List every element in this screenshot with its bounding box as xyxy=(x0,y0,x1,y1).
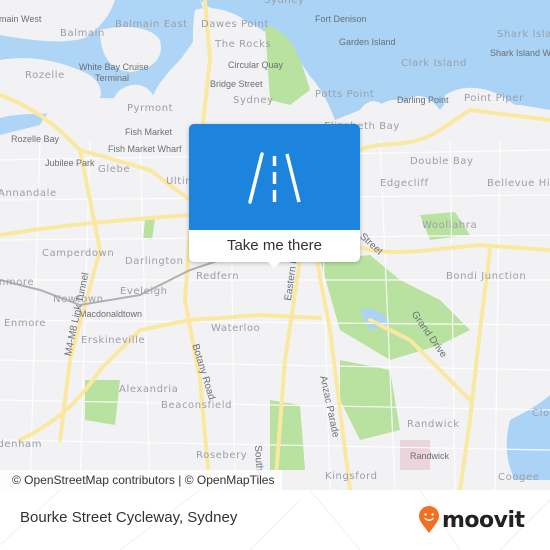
place-label: Coogee xyxy=(498,472,540,483)
place-label: Rozelle xyxy=(25,70,65,81)
place-label: Pyrmont xyxy=(127,103,174,114)
place-label: Rosebery xyxy=(196,450,248,461)
place-label: Darlington xyxy=(125,256,184,267)
place-label: Shark Island xyxy=(497,29,550,40)
place-label: Balmain xyxy=(60,28,105,39)
place-label: Shark Island W xyxy=(490,48,550,58)
place-label: Darling Point xyxy=(397,95,449,105)
place-label: Sydney xyxy=(264,0,305,6)
place-label: Double Bay xyxy=(410,156,474,167)
location-title: Bourke Street Cycleway, Sydney xyxy=(20,509,238,526)
moovit-wordmark: moovit xyxy=(442,507,525,533)
place-label: Clark Island xyxy=(401,58,467,69)
place-label: Redfern xyxy=(196,271,240,282)
place-label: Glebe xyxy=(98,164,131,175)
place-label: Enmore xyxy=(4,318,47,329)
place-label: The Rocks xyxy=(215,39,272,50)
place-label: Macdonaldtown xyxy=(79,309,143,319)
place-label: Eveleigh xyxy=(120,286,168,297)
place-label: Woollahra xyxy=(422,220,478,231)
place-label: Camperdown xyxy=(42,248,115,259)
place-label: Bridge Street xyxy=(210,79,263,89)
place-label: Erskineville xyxy=(81,335,146,346)
place-label: Jubilee Park xyxy=(45,158,95,168)
location-popup: Take me there xyxy=(189,124,360,268)
place-label: Balmain West xyxy=(0,14,42,24)
place-label: Terminal xyxy=(95,73,130,83)
place-label: Bondi Junction xyxy=(446,271,527,282)
take-me-there-button[interactable]: Take me there xyxy=(189,230,360,262)
place-label: Sydenham xyxy=(0,439,43,450)
place-label: Circular Quay xyxy=(228,60,284,70)
place-label: Fish Market Wharf xyxy=(108,144,182,154)
place-label: Randwick xyxy=(410,451,450,461)
place-label: Bellevue Hill xyxy=(487,178,550,189)
moovit-pin-icon xyxy=(419,506,439,533)
map-view[interactable]: Balmain West Balmain Balmain East Dawes Poi… xyxy=(0,0,550,490)
place-label: White Bay Cruise xyxy=(79,62,149,72)
moovit-logo[interactable]: moovit xyxy=(418,505,525,535)
place-label: Edgecliff xyxy=(380,178,429,189)
place-label: Fish Market xyxy=(125,127,173,137)
place-label: Randwick xyxy=(407,419,460,430)
place-label: Waterloo xyxy=(211,323,261,334)
map-attribution[interactable]: © OpenStreetMap contributors | © OpenMap… xyxy=(0,470,283,490)
place-label: Enmore xyxy=(0,277,35,288)
place-label: Annandale xyxy=(0,188,57,199)
popup-pointer xyxy=(266,260,282,268)
place-label: Sydney xyxy=(233,95,274,106)
place-label: Balmain East xyxy=(115,19,188,30)
popup-header xyxy=(189,124,360,230)
place-label: Potts Point xyxy=(315,89,375,100)
place-label: Dawes Point xyxy=(201,19,269,30)
place-label: Rozelle Bay xyxy=(11,134,60,144)
place-label: Alexandria xyxy=(119,384,179,395)
place-label: Point Piper xyxy=(464,93,524,104)
place-label: Fort Denison xyxy=(315,14,367,24)
place-label: Clovelly xyxy=(532,408,550,419)
place-label: Beaconsfield xyxy=(161,400,233,411)
place-label: Garden Island xyxy=(339,37,396,47)
road-icon xyxy=(248,152,301,204)
place-label: Kingsford xyxy=(325,471,378,482)
